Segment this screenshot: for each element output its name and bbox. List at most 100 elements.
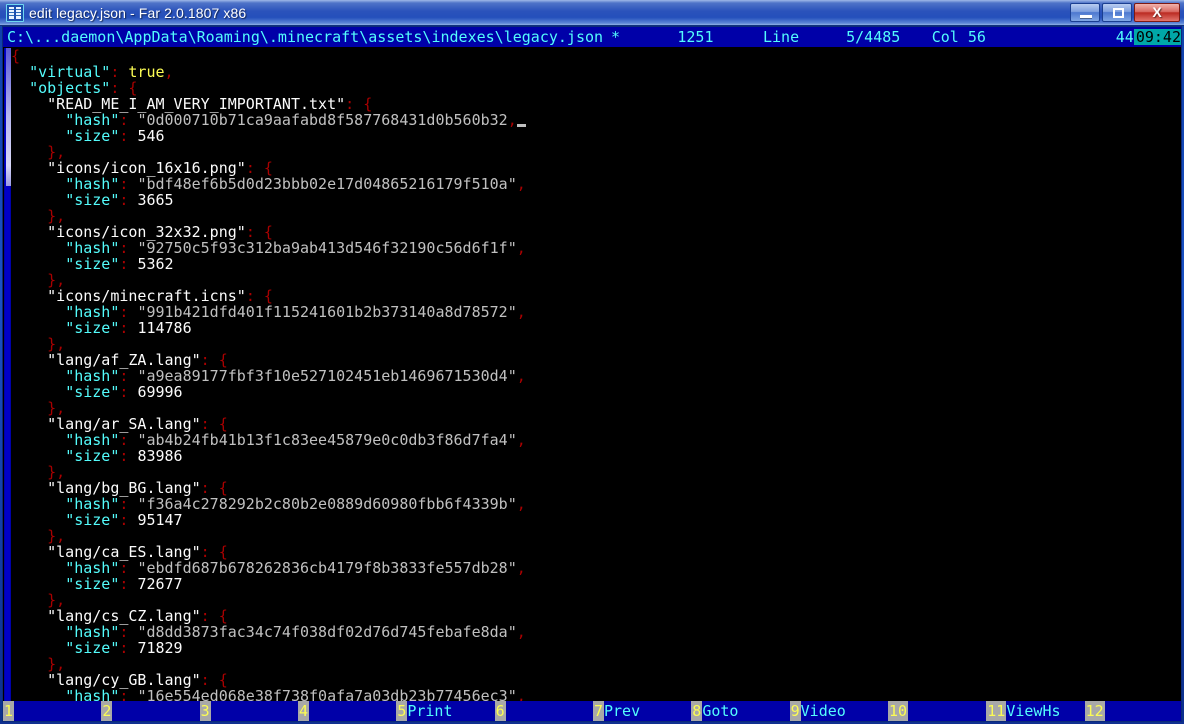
json-source-text: { "virtual": true, "objects": { "READ_ME… [11, 48, 526, 703]
window-controls: X [1070, 3, 1184, 22]
function-key-label: ViewHs [1006, 701, 1085, 721]
code-token: : [119, 639, 138, 657]
editor-line[interactable]: "size": 3665 [11, 192, 526, 208]
editor-line[interactable]: "size": 5362 [11, 256, 526, 272]
function-key-number: 12 [1084, 701, 1105, 721]
editor-line[interactable]: "size": 71829 [11, 640, 526, 656]
function-key-label: Print [407, 701, 495, 721]
function-key-f11[interactable]: 11 ViewHs [986, 701, 1085, 721]
function-key-label [309, 701, 397, 721]
function-key-label: Prev [604, 701, 692, 721]
editor-line[interactable]: "hash": "ab4b24fb41b13f1c83ee45879e0c0db… [11, 432, 526, 448]
editor-line[interactable]: "virtual": true, [11, 64, 526, 80]
code-token: : [119, 319, 138, 337]
editor-line[interactable]: }, [11, 144, 526, 160]
function-key-f2[interactable]: 2 [101, 701, 200, 721]
editor-line[interactable]: }, [11, 464, 526, 480]
function-key-f5[interactable]: 5 Print [396, 701, 495, 721]
code-token: "size" [65, 639, 120, 657]
function-key-f7[interactable]: 7 Prev [592, 701, 692, 721]
editor-line[interactable]: }, [11, 592, 526, 608]
editor-line[interactable]: }, [11, 400, 526, 416]
editor-line[interactable]: "objects": { [11, 80, 526, 96]
function-key-f10[interactable]: 10 [887, 701, 987, 721]
editor-line[interactable]: "READ_ME_I_AM_VERY_IMPORTANT.txt": { [11, 96, 526, 112]
editor-line[interactable]: "size": 83986 [11, 448, 526, 464]
window-titlebar[interactable]: edit legacy.json - Far 2.0.1807 x86 X [0, 0, 1184, 26]
editor-line[interactable]: "size": 95147 [11, 512, 526, 528]
editor-line[interactable]: "hash": "991b421dfd401f115241601b2b37314… [11, 304, 526, 320]
editor-line[interactable]: }, [11, 208, 526, 224]
function-key-label: Goto [702, 701, 790, 721]
editor-line[interactable]: }, [11, 656, 526, 672]
status-modified-flag: * [611, 28, 621, 46]
code-token: , [516, 495, 526, 513]
editor-line[interactable]: "size": 72677 [11, 576, 526, 592]
window-title: edit legacy.json - Far 2.0.1807 x86 [29, 4, 247, 21]
code-token: "size" [65, 383, 120, 401]
editor-line[interactable]: "hash": "d8dd3873fac34c74f038df02d76d745… [11, 624, 526, 640]
editor-line[interactable]: }, [11, 272, 526, 288]
status-line-label: Line [762, 28, 800, 46]
function-key-number: 1 [3, 701, 15, 721]
code-token: 83986 [137, 447, 183, 465]
editor-line[interactable]: "lang/ar_SA.lang": { [11, 416, 526, 432]
code-token: , [516, 303, 526, 321]
function-key-f3[interactable]: 3 [199, 701, 298, 721]
editor-line[interactable]: "icons/icon_16x16.png": { [11, 160, 526, 176]
editor-line[interactable]: "icons/icon_32x32.png": { [11, 224, 526, 240]
close-icon: X [1152, 4, 1162, 20]
editor-text-area[interactable]: { "virtual": true, "objects": { "READ_ME… [3, 47, 1181, 703]
text-cursor [516, 114, 526, 128]
editor-line[interactable]: "lang/cs_CZ.lang": { [11, 608, 526, 624]
code-token: , [516, 559, 526, 577]
code-token: : [119, 127, 138, 145]
code-token: , [516, 367, 526, 385]
editor-line[interactable]: "hash": "bdf48ef6b5d0d23bbb02e17d0486521… [11, 176, 526, 192]
editor-line[interactable]: }, [11, 528, 526, 544]
close-button[interactable]: X [1134, 3, 1180, 22]
code-token: "f36a4c278292b2c80b2e0889d60980fbb6f4339… [137, 495, 517, 513]
code-token: 95147 [137, 511, 183, 529]
function-key-f8[interactable]: 8 Goto [691, 701, 790, 721]
function-key-f4[interactable]: 4 [297, 701, 397, 721]
editor-line[interactable]: "lang/cy_GB.lang": { [11, 672, 526, 688]
function-key-number: 4 [297, 701, 310, 721]
status-clock: 09:42 [1133, 28, 1181, 46]
function-key-f12[interactable]: 12 [1084, 701, 1181, 721]
code-token: , [516, 239, 526, 257]
editor-line[interactable]: "lang/ca_ES.lang": { [11, 544, 526, 560]
editor-line[interactable]: "hash": "f36a4c278292b2c80b2e0889d60980f… [11, 496, 526, 512]
function-key-number: 3 [199, 701, 211, 721]
editor-line[interactable]: "size": 69996 [11, 384, 526, 400]
editor-line[interactable]: "hash": "ebdfd687b678262836cb4179f8b3833… [11, 560, 526, 576]
editor-line[interactable]: "size": 114786 [11, 320, 526, 336]
function-key-number: 11 [986, 701, 1007, 721]
minimize-button[interactable] [1070, 3, 1100, 22]
editor-line[interactable]: { [11, 48, 526, 64]
function-key-label [14, 701, 102, 721]
code-token: : [119, 511, 138, 529]
editor-line[interactable]: "icons/minecraft.icns": { [11, 288, 526, 304]
editor-line[interactable]: "hash": "0d000710b71ca9aafabd8f587768431… [11, 112, 526, 128]
editor-line[interactable]: "lang/bg_BG.lang": { [11, 480, 526, 496]
editor-line[interactable]: "size": 546 [11, 128, 526, 144]
status-extra: 44 [1115, 28, 1134, 46]
minimize-icon [1080, 15, 1092, 18]
function-key-number: 10 [887, 701, 909, 721]
code-token: : [119, 191, 138, 209]
function-key-label [210, 701, 298, 721]
code-token: "size" [65, 511, 120, 529]
maximize-button[interactable] [1102, 3, 1132, 22]
editor-line[interactable]: "hash": "a9ea89177fbf3f10e527102451eb146… [11, 368, 526, 384]
editor-line[interactable]: "hash": "92750c5f93c312ba9ab413d546f3219… [11, 240, 526, 256]
function-key-label [1104, 701, 1181, 721]
code-token: "size" [65, 255, 120, 273]
editor-line[interactable]: }, [11, 336, 526, 352]
function-key-f9[interactable]: 9 Video [789, 701, 888, 721]
code-token: 72677 [137, 575, 183, 593]
editor-line[interactable]: "lang/af_ZA.lang": { [11, 352, 526, 368]
code-token: : [119, 447, 138, 465]
function-key-f1[interactable]: 1 [3, 701, 102, 721]
function-key-f6[interactable]: 6 [494, 701, 593, 721]
